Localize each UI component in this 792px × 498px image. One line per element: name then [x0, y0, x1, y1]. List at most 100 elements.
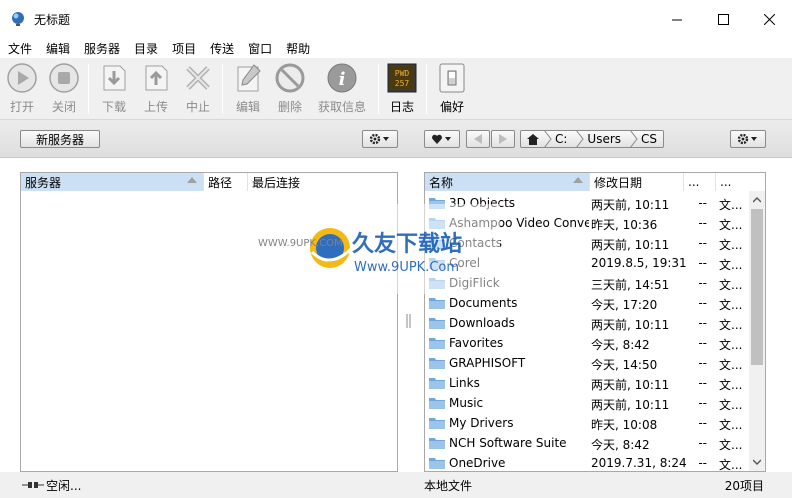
- file-type: 文...: [719, 378, 743, 392]
- forward-button[interactable]: [491, 130, 515, 148]
- open-button[interactable]: 打开: [2, 62, 42, 116]
- abort-button[interactable]: 中止: [178, 62, 218, 116]
- close-window-button[interactable]: [746, 0, 792, 38]
- column-header-type[interactable]: ...: [715, 173, 751, 191]
- menu-bar: 文件 编辑 服务器 目录 项目 传送 窗口 帮助: [0, 38, 792, 58]
- file-row[interactable]: Documents 今天, 17:20 -- 文...: [425, 293, 747, 313]
- file-modified: 三天前, 14:51: [591, 278, 670, 292]
- column-header-name[interactable]: 名称: [425, 173, 589, 191]
- get-info-button[interactable]: i 获取信息: [316, 62, 368, 116]
- file-size: --: [698, 416, 707, 430]
- minimize-button[interactable]: [654, 0, 700, 38]
- scroll-down-icon[interactable]: [753, 459, 761, 465]
- file-actions-menu[interactable]: [730, 130, 766, 148]
- edit-label: 编辑: [235, 100, 260, 114]
- file-row[interactable]: NCH Software Suite 今天, 8:42 -- 文...: [425, 433, 747, 453]
- local-files-label: 本地文件: [424, 479, 473, 493]
- edit-button[interactable]: 编辑: [228, 62, 268, 116]
- folder-icon: [429, 378, 445, 389]
- bookmarks-menu[interactable]: [424, 130, 460, 148]
- file-type: 文...: [719, 238, 743, 252]
- edit-pencil-icon: [237, 64, 261, 92]
- folder-icon: [429, 318, 445, 329]
- new-server-button[interactable]: 新服务器: [20, 130, 100, 148]
- column-header-path[interactable]: 路径: [203, 173, 247, 191]
- file-size: --: [698, 356, 707, 370]
- title-bar: 无标题: [0, 0, 792, 38]
- log-button[interactable]: PWD 257 日志: [382, 62, 422, 116]
- file-name: Links: [449, 376, 480, 390]
- server-actions-menu[interactable]: [362, 130, 398, 148]
- file-size: --: [698, 336, 707, 350]
- breadcrumb-separator-icon: [576, 130, 585, 148]
- folder-icon: [429, 458, 445, 469]
- back-button[interactable]: [466, 130, 490, 148]
- column-header-modified[interactable]: 修改日期: [589, 173, 683, 191]
- file-row[interactable]: OneDrive 2019.7.31, 8:24 -- 文...: [425, 453, 747, 471]
- scroll-up-icon[interactable]: [753, 197, 761, 203]
- home-icon[interactable]: [527, 133, 539, 145]
- file-type: 文...: [719, 298, 743, 312]
- file-name: Favorites: [449, 336, 504, 350]
- file-size: --: [698, 216, 707, 230]
- path-breadcrumb: C: Users CS: [520, 130, 664, 148]
- file-size: --: [698, 196, 707, 210]
- app-globe-icon: [12, 12, 24, 26]
- column-name-label: 名称: [429, 175, 454, 190]
- column-header-size[interactable]: ...: [683, 173, 715, 191]
- file-type: 文...: [719, 398, 743, 412]
- sort-ascending-icon: [573, 177, 583, 183]
- close-connection-button[interactable]: 关闭: [44, 62, 84, 116]
- menu-window[interactable]: 窗口: [248, 40, 272, 57]
- menu-edit[interactable]: 编辑: [46, 40, 70, 57]
- file-type: 文...: [719, 318, 743, 332]
- file-row[interactable]: My Drivers 昨天, 10:08 -- 文...: [425, 413, 747, 433]
- file-modified: 两天前, 10:11: [591, 198, 670, 212]
- breadcrumb-drive[interactable]: C:: [555, 132, 567, 146]
- menu-item[interactable]: 项目: [172, 40, 196, 57]
- close-label: 关闭: [51, 100, 76, 114]
- download-button[interactable]: 下载: [94, 62, 134, 116]
- menu-help[interactable]: 帮助: [286, 40, 310, 57]
- vertical-scrollbar[interactable]: [749, 191, 765, 471]
- file-row[interactable]: Links 两天前, 10:11 -- 文...: [425, 373, 747, 393]
- gear-dropdown-icon: [369, 133, 389, 145]
- breadcrumb-cs[interactable]: CS: [641, 132, 657, 146]
- watermark-brand: 久友下载站: [352, 232, 463, 257]
- folder-icon: [429, 338, 445, 349]
- column-modified-label: 修改日期: [594, 175, 643, 190]
- file-modified: 今天, 17:20: [591, 298, 658, 312]
- menu-transfer[interactable]: 传送: [210, 40, 234, 57]
- delete-button[interactable]: 删除: [270, 62, 310, 116]
- menu-file[interactable]: 文件: [8, 40, 32, 57]
- file-modified: 昨天, 10:36: [591, 218, 658, 232]
- download-icon: [103, 65, 126, 91]
- window-title: 无标题: [34, 12, 71, 27]
- plug-disconnected-icon: [22, 482, 44, 488]
- column-header-last-connection[interactable]: 最后连接: [247, 173, 397, 191]
- heart-dropdown-icon: [432, 134, 451, 144]
- column-header-server[interactable]: 服务器: [21, 173, 203, 191]
- file-type: 文...: [719, 278, 743, 292]
- menu-server[interactable]: 服务器: [84, 40, 120, 57]
- splitter-handle-icon[interactable]: [406, 314, 412, 328]
- file-row[interactable]: Downloads 两天前, 10:11 -- 文...: [425, 313, 747, 333]
- breadcrumb-users[interactable]: Users: [587, 132, 621, 146]
- scrollbar-thumb[interactable]: [751, 209, 763, 365]
- abort-x-icon: [186, 66, 210, 90]
- column-last-conn-label: 最后连接: [252, 175, 301, 190]
- file-row[interactable]: Favorites 今天, 8:42 -- 文...: [425, 333, 747, 353]
- file-size: --: [698, 296, 707, 310]
- file-modified: 今天, 8:42: [591, 338, 650, 352]
- file-type: 文...: [719, 338, 743, 352]
- preferences-button[interactable]: 偏好: [432, 62, 472, 116]
- maximize-button[interactable]: [700, 0, 746, 38]
- delete-label: 删除: [277, 100, 302, 114]
- file-row[interactable]: Music 两天前, 10:11 -- 文...: [425, 393, 747, 413]
- toolbar-separator: [88, 64, 89, 114]
- upload-button[interactable]: 上传: [136, 62, 176, 116]
- file-row[interactable]: GRAPHISOFT 今天, 14:50 -- 文...: [425, 353, 747, 373]
- watermark-url-small: WWW.9UPK.COM: [258, 238, 343, 249]
- menu-directory[interactable]: 目录: [134, 40, 158, 57]
- file-name: NCH Software Suite: [449, 436, 567, 450]
